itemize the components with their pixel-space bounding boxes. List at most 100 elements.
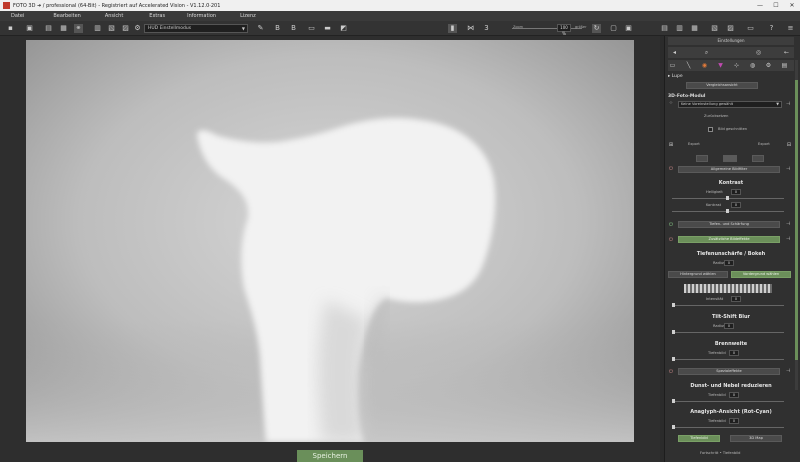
image-icon[interactable]: ▬ bbox=[323, 24, 332, 33]
weite-slider[interactable] bbox=[672, 357, 784, 361]
magnifier-icon[interactable]: ◍ bbox=[748, 61, 757, 70]
export-left-button[interactable]: Export bbox=[688, 142, 700, 146]
stereo-icon[interactable]: 3 bbox=[482, 24, 491, 33]
print-icon[interactable]: ▨ bbox=[121, 24, 130, 33]
depth-map-image[interactable] bbox=[26, 40, 634, 442]
settings-icon[interactable]: ⚙ bbox=[133, 24, 142, 33]
zoom-value[interactable]: 100 % bbox=[557, 24, 571, 36]
mirror-icon[interactable]: ⋈ bbox=[466, 24, 475, 33]
model-select[interactable]: Keine Voreinstellung gewählt ▼ bbox=[678, 101, 782, 108]
helligkeit-slider[interactable] bbox=[672, 196, 784, 200]
panel-scrollbar[interactable] bbox=[795, 60, 798, 390]
minimize-button[interactable]: — bbox=[752, 2, 768, 9]
frame-icon[interactable]: ▭ bbox=[307, 24, 316, 33]
tilt-radius-slider[interactable] bbox=[672, 330, 784, 334]
open-icon[interactable]: ▤ bbox=[44, 24, 53, 33]
magic-wand-icon[interactable]: ✎ bbox=[256, 24, 265, 33]
allgemein-button[interactable]: Allgemeine Bildfilter bbox=[678, 166, 780, 173]
pin-icon[interactable]: ⊣ bbox=[786, 368, 792, 374]
zoom-slider[interactable] bbox=[512, 28, 582, 29]
pin-icon[interactable]: ⊣ bbox=[786, 236, 792, 242]
vordergrund-button[interactable]: Vordergrund wählen bbox=[731, 271, 791, 278]
arrow-left-icon[interactable]: ← bbox=[782, 48, 791, 57]
pin-icon[interactable]: ⊣ bbox=[786, 101, 792, 107]
view-mode-1-button[interactable] bbox=[696, 155, 708, 162]
menu-icon[interactable]: ≡ bbox=[786, 24, 795, 33]
rotate-icon[interactable]: ↻ bbox=[592, 24, 601, 33]
tilt-radius-knob[interactable] bbox=[672, 330, 675, 334]
toggle-tiefen-icon[interactable]: ⏻ bbox=[669, 223, 674, 228]
layout-a-icon[interactable]: ▤ bbox=[660, 24, 669, 33]
hintergrund-button[interactable]: Hintergrund wählen bbox=[668, 271, 728, 278]
link-icon[interactable]: ⚭ bbox=[74, 24, 83, 33]
search-icon[interactable]: ⌕ bbox=[702, 48, 711, 57]
menu-information[interactable]: Information bbox=[187, 13, 216, 19]
export-right-button[interactable]: Export bbox=[758, 142, 770, 146]
gallery-icon[interactable]: ▦ bbox=[59, 24, 68, 33]
tiefe-checkbox[interactable] bbox=[708, 127, 713, 132]
bokeh-button[interactable]: Zusätzliche Bildeffekte bbox=[678, 236, 780, 243]
bokeh-shape-pattern[interactable] bbox=[684, 284, 772, 293]
anaglyph-slider[interactable] bbox=[672, 425, 784, 429]
crop-tool-icon[interactable]: ⊹ bbox=[732, 61, 741, 70]
anaglyph-field[interactable]: 0 bbox=[729, 418, 739, 424]
layout-e-icon[interactable]: ▨ bbox=[726, 24, 735, 33]
crop-icon[interactable]: ▧ bbox=[107, 24, 116, 33]
filter-icon[interactable]: ▼ bbox=[716, 61, 725, 70]
intensitaet-field[interactable]: 0 bbox=[731, 296, 741, 302]
reset-button[interactable]: Zurücksetzen bbox=[704, 114, 728, 118]
bokeh-radius-field[interactable]: 0 bbox=[724, 260, 734, 266]
color-wheel-icon[interactable]: ◉ bbox=[700, 61, 709, 70]
bold-icon[interactable]: B bbox=[289, 24, 298, 33]
panel-tab[interactable]: Einstellungen bbox=[668, 37, 794, 45]
layers-tool-icon[interactable]: ▤ bbox=[780, 61, 789, 70]
kontrast-slider[interactable] bbox=[672, 209, 784, 213]
layout-b-icon[interactable]: ▥ bbox=[675, 24, 684, 33]
dunst-field[interactable]: 0 bbox=[729, 392, 739, 398]
view-mode-2-button[interactable] bbox=[723, 155, 737, 162]
toggle-spezial-icon[interactable]: ⏻ bbox=[669, 370, 674, 375]
fit-icon[interactable]: ▢ bbox=[609, 24, 618, 33]
menu-datei[interactable]: Datei bbox=[11, 13, 24, 19]
tiefen-button[interactable]: Tiefen- und Schärfung bbox=[678, 221, 780, 228]
menu-extras[interactable]: Extras bbox=[149, 13, 165, 19]
anaglyph-knob[interactable] bbox=[672, 425, 675, 429]
kontrast-field[interactable]: 0 bbox=[731, 202, 741, 208]
intensitaet-knob[interactable] bbox=[672, 303, 675, 307]
pen-icon[interactable]: ╲ bbox=[684, 61, 693, 70]
panel-scrollbar-thumb[interactable] bbox=[795, 80, 798, 360]
menu-ansicht[interactable]: Ansicht bbox=[105, 13, 123, 19]
layers-icon[interactable]: ▥ bbox=[93, 24, 102, 33]
layout-c-icon[interactable]: ▦ bbox=[690, 24, 699, 33]
screen-icon[interactable]: ▭ bbox=[746, 24, 755, 33]
export-icon[interactable]: ⊟ bbox=[786, 141, 792, 150]
import-icon[interactable]: ⊞ bbox=[668, 141, 674, 150]
kontrast-knob[interactable] bbox=[726, 209, 729, 213]
split-view-icon[interactable]: ▮ bbox=[448, 24, 457, 33]
maximize-button[interactable]: ☐ bbox=[768, 2, 784, 9]
contrast-icon[interactable]: ◩ bbox=[339, 24, 348, 33]
gear-icon[interactable]: ⚙ bbox=[764, 61, 773, 70]
save-button[interactable]: Speichern bbox=[297, 450, 363, 462]
weite-knob[interactable] bbox=[672, 357, 675, 361]
dunst-knob[interactable] bbox=[672, 399, 675, 403]
helligkeit-field[interactable]: 0 bbox=[731, 189, 741, 195]
lupe-header[interactable]: ▸ Lupe bbox=[668, 74, 683, 79]
intensitaet-slider[interactable] bbox=[672, 303, 784, 307]
tiefenbild-button[interactable]: Tiefenbild bbox=[678, 435, 720, 442]
vergleich-button[interactable]: Vergleichsansicht bbox=[686, 82, 758, 89]
brush-icon[interactable]: B bbox=[273, 24, 282, 33]
helligkeit-knob[interactable] bbox=[726, 196, 729, 200]
fullscreen-icon[interactable]: ▣ bbox=[624, 24, 633, 33]
profile-select[interactable]: HUD Einstellmodus ▼ bbox=[144, 24, 248, 33]
toggle-bokeh-icon[interactable]: ⏻ bbox=[669, 238, 674, 243]
toggle-allgemein-icon[interactable]: ⏻ bbox=[669, 167, 674, 172]
3d-map-button[interactable]: 3D Map bbox=[730, 435, 782, 442]
view-mode-3-button[interactable] bbox=[752, 155, 764, 162]
new-file-icon[interactable]: ▪ bbox=[6, 24, 15, 33]
menu-lizenz[interactable]: Lizenz bbox=[240, 13, 256, 19]
spezial-button[interactable]: Spezialeffekte bbox=[678, 368, 780, 375]
gauge-icon[interactable]: ◎ bbox=[754, 48, 763, 57]
layout-d-icon[interactable]: ▧ bbox=[710, 24, 719, 33]
weite-field[interactable]: 0 bbox=[729, 350, 739, 356]
